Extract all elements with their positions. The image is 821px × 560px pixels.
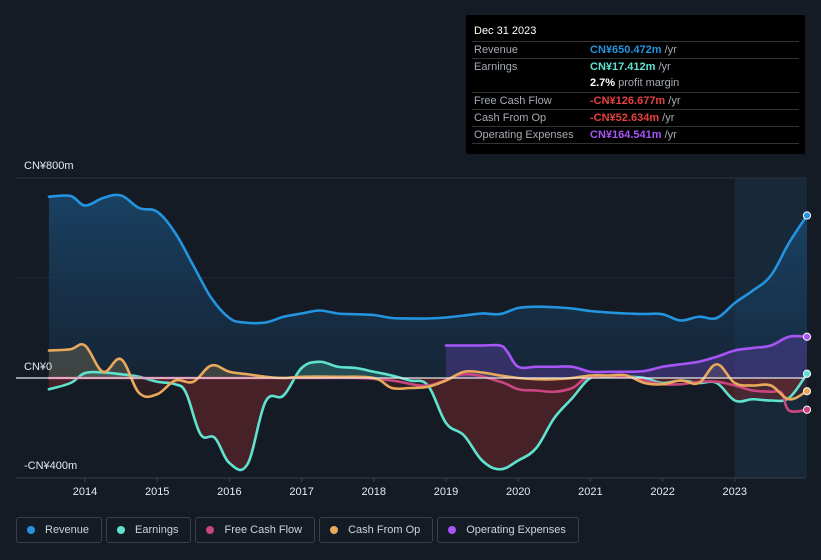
legend-item-operating-expenses[interactable]: Operating Expenses [437, 517, 579, 543]
earnings-endpoint-marker [802, 369, 812, 378]
revenue-endpoint-marker [802, 211, 812, 220]
legend-dot-icon [27, 526, 35, 534]
legend-label: Operating Expenses [466, 524, 566, 536]
tooltip-row-profit-margin: 2.7% profit margin [472, 75, 799, 92]
x-tick-label: 2020 [506, 486, 530, 498]
x-tick-label: 2017 [289, 486, 313, 498]
legend-dot-icon [448, 526, 457, 534]
tooltip-label: Free Cash Flow [474, 95, 552, 107]
legend-dot-icon [206, 526, 215, 534]
cash-from-op-endpoint-marker [802, 387, 812, 396]
x-tick-label: 2021 [578, 486, 602, 498]
tooltip-label: Operating Expenses [474, 129, 574, 141]
free-cash-flow-endpoint-marker [802, 405, 812, 414]
tooltip-value: CN¥17.412m /yr [590, 61, 671, 73]
legend-item-cash-from-op[interactable]: Cash From Op [319, 517, 434, 543]
tooltip: Dec 31 2023 Revenue CN¥650.472m /yr Earn… [466, 15, 805, 154]
x-tick-label: 2022 [650, 486, 674, 498]
y-tick-label-800: CN¥800m [24, 160, 74, 172]
legend-item-earnings[interactable]: Earnings [106, 517, 192, 543]
legend-label: Cash From Op [348, 524, 421, 536]
legend-item-free-cash-flow[interactable]: Free Cash Flow [195, 517, 316, 543]
legend: Revenue Earnings Free Cash Flow Cash Fro… [16, 517, 579, 543]
revenue-area [48, 194, 807, 378]
legend-dot-icon [117, 526, 126, 534]
tooltip-label: Cash From Op [474, 112, 547, 124]
x-tick-label: 2014 [73, 486, 97, 498]
y-tick-label-0: CN¥0 [24, 361, 53, 373]
tooltip-label: Earnings [474, 61, 518, 73]
tooltip-value: CN¥164.541m /yr [590, 129, 677, 141]
tooltip-date: Dec 31 2023 [474, 25, 537, 37]
legend-label: Earnings [135, 524, 179, 536]
y-tick-label-minus400: -CN¥400m [24, 460, 78, 472]
x-tick-label: 2023 [723, 486, 747, 498]
legend-label: Revenue [45, 524, 90, 536]
tooltip-bottom-divider [472, 143, 799, 144]
tooltip-value: -CN¥126.677m /yr [590, 95, 681, 107]
legend-label: Free Cash Flow [224, 524, 303, 536]
tooltip-row-free-cash-flow: Free Cash Flow -CN¥126.677m /yr [472, 92, 799, 110]
x-tick-label: 2015 [145, 486, 169, 498]
tooltip-value: -CN¥52.634m /yr [590, 112, 675, 124]
tooltip-row-operating-expenses: Operating Expenses CN¥164.541m /yr [472, 126, 799, 144]
x-tick-label: 2016 [217, 486, 241, 498]
operating-expenses-endpoint-marker [802, 332, 812, 341]
tooltip-value: CN¥650.472m /yr [590, 44, 677, 56]
legend-dot-icon [330, 526, 339, 534]
x-tick-label: 2018 [362, 486, 386, 498]
tooltip-label: Revenue [474, 44, 519, 56]
x-tick-label: 2019 [434, 486, 458, 498]
tooltip-value: 2.7% profit margin [590, 77, 680, 89]
tooltip-row-earnings: Earnings CN¥17.412m /yr [472, 58, 799, 76]
legend-item-revenue[interactable]: Revenue [16, 517, 103, 543]
tooltip-row-cash-from-op: Cash From Op -CN¥52.634m /yr [472, 109, 799, 127]
tooltip-row-revenue: Revenue CN¥650.472m /yr [472, 41, 799, 59]
